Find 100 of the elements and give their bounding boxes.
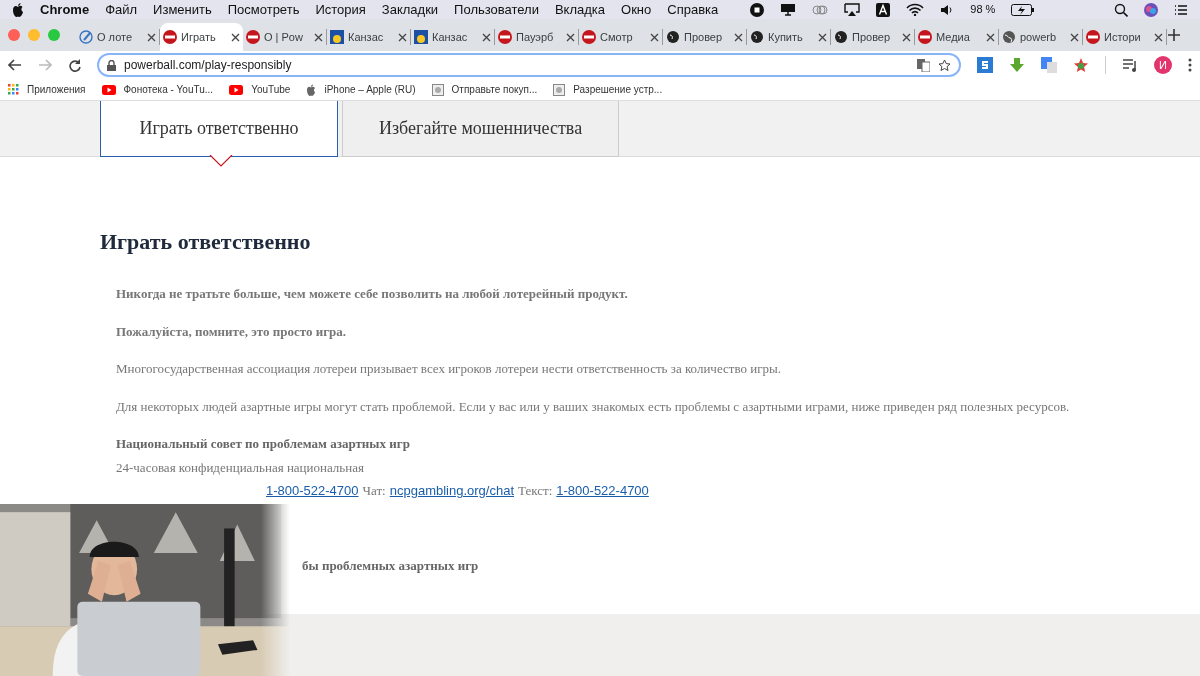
- contact-link[interactable]: 1-800-522-4700: [556, 481, 649, 501]
- star-icon[interactable]: [938, 58, 951, 72]
- apple-icon[interactable]: [12, 2, 24, 17]
- globe-icon: [750, 30, 764, 44]
- contact-label: Текст:: [518, 482, 553, 500]
- address-bar[interactable]: powerball.com/play-responsibly: [97, 53, 961, 77]
- volume-icon[interactable]: [940, 3, 955, 16]
- ball-icon: [1086, 30, 1100, 44]
- globe-icon: [1002, 30, 1016, 44]
- menu-item[interactable]: Изменить: [153, 0, 212, 20]
- reload-icon[interactable]: [68, 58, 81, 72]
- browser-tab[interactable]: Смотр: [579, 23, 662, 51]
- battery-percentage: 98 %: [970, 2, 996, 18]
- browser-tab[interactable]: Канзас: [411, 23, 494, 51]
- close-icon[interactable]: [734, 32, 743, 42]
- close-icon[interactable]: [147, 32, 156, 42]
- globe-icon: [666, 30, 680, 44]
- menu-item[interactable]: Справка: [667, 0, 719, 20]
- menu-item[interactable]: Пользователи: [454, 0, 539, 20]
- ball-icon: [163, 30, 177, 44]
- close-icon[interactable]: [314, 32, 323, 42]
- ball-icon: [582, 30, 596, 44]
- browser-tab[interactable]: Играть: [160, 23, 243, 51]
- airplay-icon[interactable]: [844, 3, 861, 16]
- browser-tab[interactable]: Пауэрб: [495, 23, 578, 51]
- browser-tab[interactable]: Истори: [1083, 23, 1166, 51]
- wifi-icon[interactable]: [906, 3, 925, 16]
- back-icon[interactable]: [8, 59, 22, 71]
- paragraph: Пожалуйста, помните, это просто игра.: [116, 322, 348, 341]
- battery-icon[interactable]: [1011, 3, 1036, 16]
- pointer-icon: [209, 155, 233, 167]
- paragraph: Многогосударственная ассоциация лотереи призывает всех игроков лотереи нести ответственность за количество игры.: [116, 360, 783, 378]
- playlist-icon[interactable]: [1122, 58, 1138, 72]
- close-icon[interactable]: [650, 32, 659, 42]
- browser-tab[interactable]: powerb: [999, 23, 1082, 51]
- bookmark-link[interactable]: Разрешение устр...: [553, 82, 663, 97]
- stop-icon[interactable]: [750, 2, 765, 17]
- browser-tab[interactable]: О лоте: [76, 23, 159, 51]
- menu-item[interactable]: Закладки: [381, 0, 439, 20]
- new-tab-icon[interactable]: [1167, 28, 1181, 42]
- contact-label: Чат:: [362, 482, 386, 500]
- browser-tab[interactable]: Медиа: [915, 23, 998, 51]
- page-icon: [553, 83, 566, 96]
- more-icon[interactable]: [1188, 58, 1192, 72]
- flag-icon: [414, 30, 428, 44]
- download-icon[interactable]: [1009, 57, 1025, 73]
- close-icon[interactable]: [566, 32, 575, 42]
- close-icon[interactable]: [986, 32, 995, 42]
- close-icon[interactable]: [231, 32, 240, 42]
- ball-icon: [498, 30, 512, 44]
- paragraph: Никогда не тратьте больше, чем можете себе позволить на любой лотерейный продукт.: [116, 285, 629, 303]
- close-icon[interactable]: [818, 32, 827, 42]
- close-icon[interactable]: [482, 32, 491, 42]
- translate-icon[interactable]: [1041, 57, 1057, 73]
- menu-item[interactable]: Вкладка: [554, 0, 606, 20]
- bookmark-link[interactable]: YouTube: [229, 82, 291, 97]
- list-icon[interactable]: [1174, 3, 1188, 16]
- apps-icon: [8, 84, 19, 95]
- close-icon[interactable]: [1154, 32, 1163, 42]
- app-menu[interactable]: Chrome: [40, 0, 90, 20]
- browser-tab[interactable]: Купить: [747, 23, 830, 51]
- bookmark-link[interactable]: Приложения: [8, 82, 86, 97]
- browser-tab[interactable]: О | Pow: [243, 23, 326, 51]
- paragraph: Для некоторых людей азартные игры могут стать проблемой. Если у вас или у ваших знакомых есть проблемы с азартными играми, ниже приведен ряд полезных ресурсов.: [116, 397, 1071, 416]
- browser-tab[interactable]: Провер: [663, 23, 746, 51]
- bookmark-link[interactable]: Отправьте покуп...: [431, 82, 538, 97]
- youtube-icon: [101, 84, 116, 95]
- menu-item[interactable]: Посмотреть: [227, 0, 300, 20]
- resource-title: Национальный совет по проблемам азартных игр: [116, 435, 411, 453]
- bookmark-link[interactable]: Фонотека - YouTu...: [101, 82, 214, 97]
- close-icon[interactable]: [1070, 32, 1079, 42]
- menu-item[interactable]: Файл: [105, 0, 138, 20]
- browser-tab[interactable]: Провер: [831, 23, 914, 51]
- menu-item[interactable]: Окно: [621, 0, 652, 20]
- page-icon: [431, 83, 444, 96]
- menu-item[interactable]: История: [315, 0, 366, 20]
- search-icon[interactable]: [1114, 2, 1128, 17]
- contact-link[interactable]: 1-800-522-4700: [266, 481, 359, 501]
- bookmark-link[interactable]: iPhone – Apple (RU): [306, 82, 416, 97]
- star-icon[interactable]: [1073, 57, 1089, 73]
- youtube-icon: [229, 84, 244, 95]
- apple-icon: [306, 83, 317, 96]
- section-heading: бы проблемных азартных игр: [301, 556, 480, 575]
- ball-icon: [246, 30, 260, 44]
- flag-icon: [330, 30, 344, 44]
- close-icon[interactable]: [398, 32, 407, 42]
- globe-icon: [834, 30, 848, 44]
- profile-avatar[interactable]: И: [1154, 56, 1172, 74]
- browser-tab[interactable]: Канзас: [327, 23, 410, 51]
- extension-icon[interactable]: [977, 57, 993, 73]
- resource-description: 24-часовая конфиденциальная национальная: [116, 458, 365, 477]
- page-tab[interactable]: Избегайте мошенничества: [342, 101, 620, 157]
- display-icon[interactable]: [780, 3, 797, 16]
- translate-icon[interactable]: [917, 58, 930, 72]
- siri-icon[interactable]: [1144, 2, 1158, 17]
- close-icon[interactable]: [902, 32, 911, 42]
- contact-link[interactable]: ncpgambling.org/chat: [389, 481, 515, 501]
- keyboard-icon[interactable]: [876, 2, 891, 17]
- lock-icon: [107, 59, 116, 71]
- pen-icon: [79, 30, 93, 44]
